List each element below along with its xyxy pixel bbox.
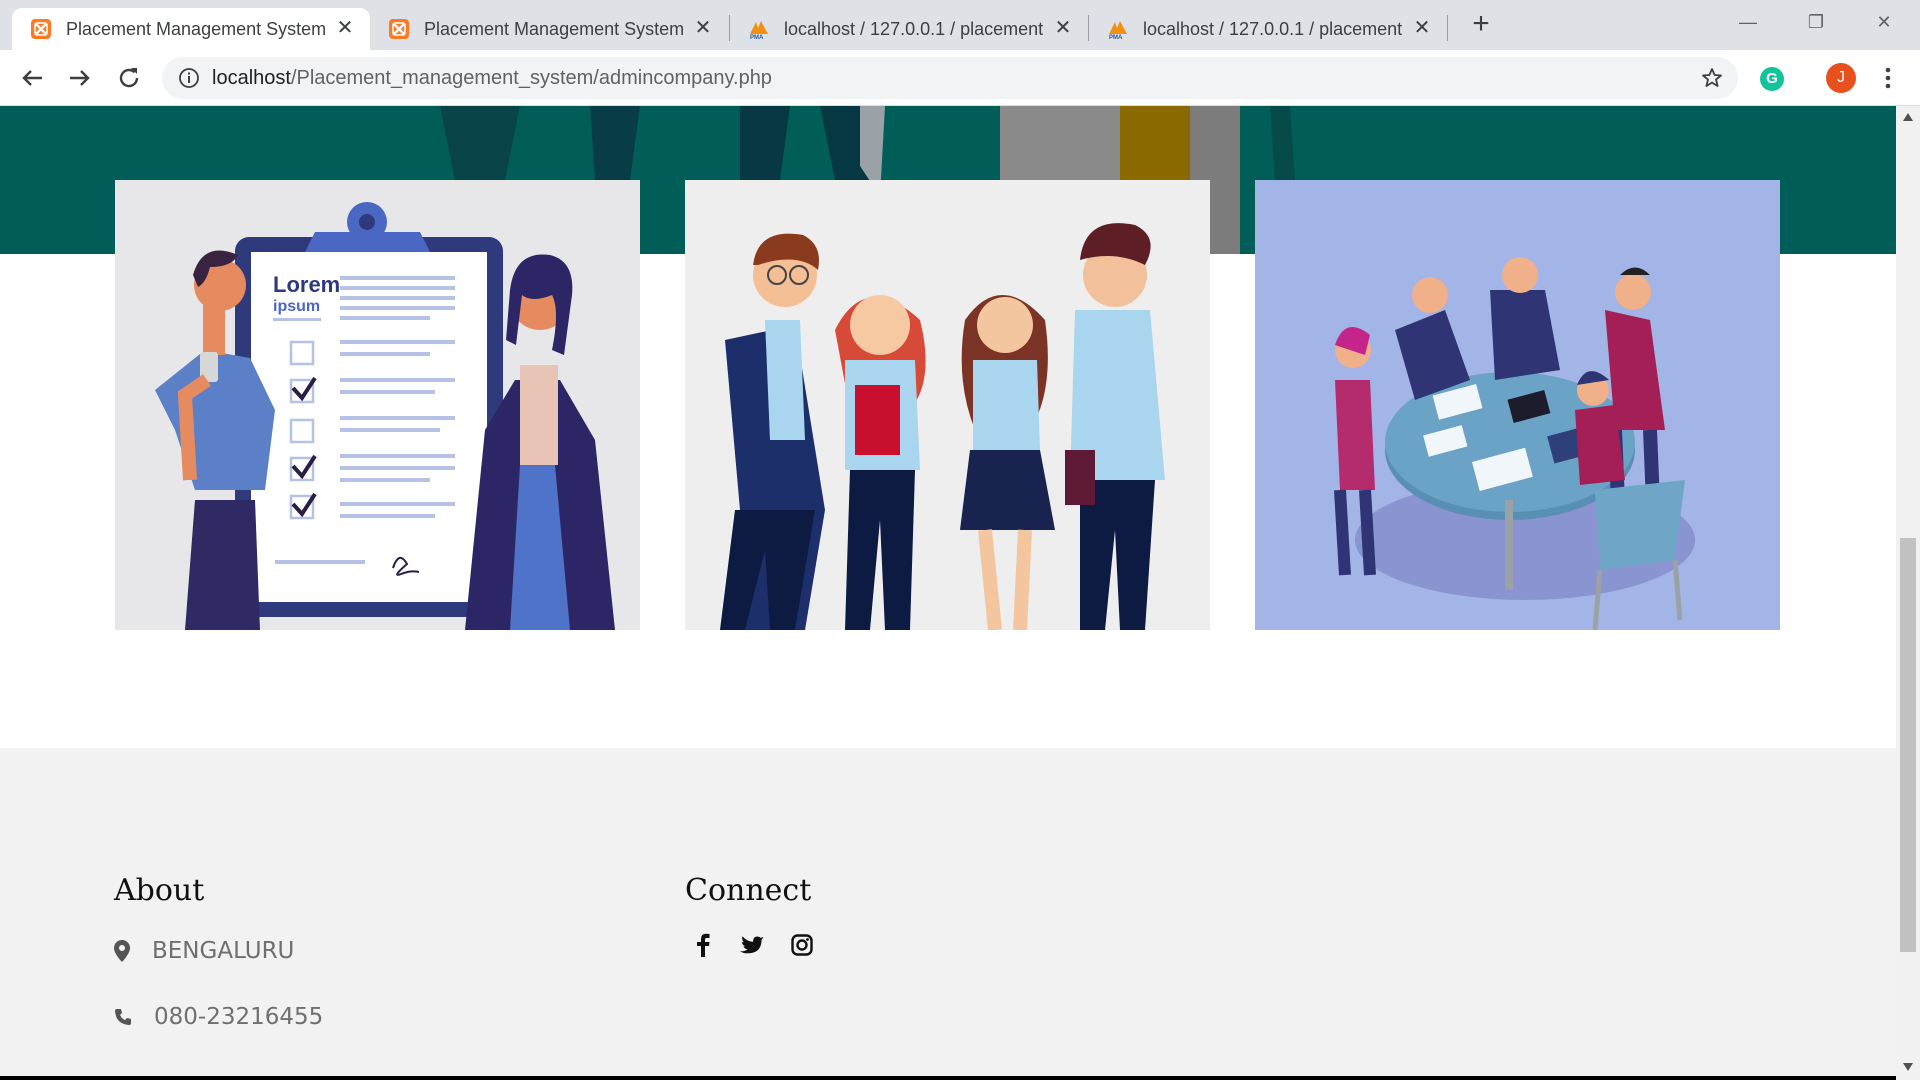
close-tab-icon[interactable]: ✕ xyxy=(1052,17,1074,39)
phone-icon xyxy=(115,1009,131,1025)
close-tab-icon[interactable]: ✕ xyxy=(1411,17,1433,39)
scroll-up-arrow-icon[interactable] xyxy=(1902,112,1914,122)
about-heading: About xyxy=(114,873,205,908)
tab-phpmyadmin-1[interactable]: PMA localhost / 127.0.0.1 / placement ✕ xyxy=(730,8,1088,50)
checklist-card: Lorem ipsum xyxy=(115,180,640,630)
scroll-down-arrow-icon[interactable] xyxy=(1902,1062,1914,1072)
students-group-illustration xyxy=(685,180,1210,630)
team-meeting-card xyxy=(1255,180,1780,630)
xampp-icon xyxy=(31,19,51,39)
team-meeting-illustration xyxy=(1255,180,1780,630)
close-tab-icon[interactable]: ✕ xyxy=(692,17,714,39)
map-pin-icon xyxy=(114,940,130,962)
address-bar[interactable]: localhost/Placement_management_system/ad… xyxy=(162,57,1738,99)
bookmark-star-icon[interactable] xyxy=(1700,66,1724,90)
scroll-thumb[interactable] xyxy=(1900,538,1916,952)
browser-tab-bar: Placement Management System ✕ Placement … xyxy=(0,0,1920,50)
info-icon[interactable] xyxy=(178,67,200,89)
browser-menu-icon[interactable] xyxy=(1878,64,1898,92)
tab-title: Placement Management System xyxy=(424,18,685,39)
profile-avatar[interactable]: J xyxy=(1826,63,1856,93)
phpmyadmin-icon: PMA xyxy=(750,21,768,40)
url-path: /Placement_management_system/admincompan… xyxy=(290,67,772,89)
ipsum-subheading: ipsum xyxy=(273,298,320,315)
lorem-heading: Lorem xyxy=(273,272,340,297)
forward-icon[interactable] xyxy=(64,62,96,94)
site-footer: About BENGALURU 080-23216455 Connect xyxy=(0,748,1896,1080)
tab-title: localhost / 127.0.0.1 / placement xyxy=(1143,18,1403,39)
xampp-icon xyxy=(389,19,409,39)
location-row: BENGALURU xyxy=(114,938,294,964)
phone-text: 080-23216455 xyxy=(154,1004,324,1030)
twitter-icon[interactable] xyxy=(740,936,764,956)
facebook-icon[interactable] xyxy=(696,933,710,957)
url-text[interactable]: localhost/Placement_management_system/ad… xyxy=(212,67,772,90)
svg-text:PMA: PMA xyxy=(750,35,764,40)
tab-phpmyadmin-2[interactable]: PMA localhost / 127.0.0.1 / placement ✕ xyxy=(1089,8,1447,50)
restore-button[interactable]: ❐ xyxy=(1794,4,1838,40)
tab-placement-management-2[interactable]: Placement Management System ✕ xyxy=(370,8,728,50)
minimize-button[interactable]: — xyxy=(1726,4,1770,40)
close-window-button[interactable]: ✕ xyxy=(1862,4,1906,40)
close-tab-icon[interactable]: ✕ xyxy=(334,17,356,39)
checklist-illustration: Lorem ipsum xyxy=(115,180,640,630)
students-card xyxy=(685,180,1210,630)
back-icon[interactable] xyxy=(16,62,48,94)
tab-separator xyxy=(1447,15,1448,41)
taskbar-edge xyxy=(0,1076,1896,1080)
phpmyadmin-icon: PMA xyxy=(1109,21,1127,40)
page-viewport: Lorem ipsum About BENGALURU 080-23216455… xyxy=(0,106,1896,1080)
location-text: BENGALURU xyxy=(152,938,295,964)
reload-icon[interactable] xyxy=(113,62,145,94)
browser-toolbar: localhost/Placement_management_system/ad… xyxy=(0,50,1920,106)
new-tab-button[interactable]: + xyxy=(1466,9,1496,40)
tab-placement-management-1[interactable]: Placement Management System ✕ xyxy=(12,8,370,50)
tab-title: localhost / 127.0.0.1 / placement xyxy=(784,18,1044,39)
instagram-icon[interactable] xyxy=(791,934,813,956)
tab-title: Placement Management System xyxy=(66,18,327,39)
connect-heading: Connect xyxy=(685,873,812,908)
grammarly-extension-icon[interactable]: G xyxy=(1760,67,1784,91)
svg-text:PMA: PMA xyxy=(1109,35,1123,40)
phone-row: 080-23216455 xyxy=(114,1004,323,1030)
url-host: localhost xyxy=(212,67,291,89)
page-scrollbar[interactable] xyxy=(1896,106,1920,1080)
